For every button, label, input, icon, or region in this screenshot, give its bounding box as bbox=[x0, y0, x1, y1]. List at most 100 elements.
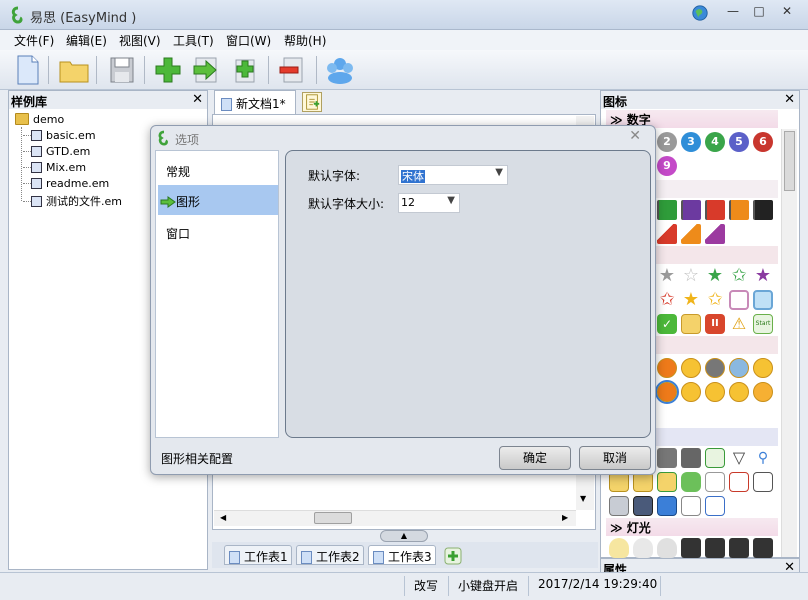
scroll-down-icon[interactable]: ▼ bbox=[580, 494, 586, 503]
tree-folder-demo[interactable]: demo bbox=[15, 113, 64, 126]
scroll-left-icon[interactable]: ◀ bbox=[220, 513, 226, 522]
close-window-button[interactable]: ✕ bbox=[772, 4, 802, 22]
number-3-icon[interactable]: 3 bbox=[681, 132, 701, 152]
horizontal-scroll-thumb[interactable] bbox=[314, 512, 352, 524]
delete-topic-icon[interactable] bbox=[276, 54, 308, 86]
icons-panel-close-button[interactable]: ✕ bbox=[784, 92, 795, 107]
menu-help[interactable]: 帮助(H) bbox=[284, 32, 326, 49]
purple-pennant-icon[interactable] bbox=[705, 224, 725, 244]
folder-open-icon[interactable] bbox=[609, 472, 629, 492]
pause-icon[interactable]: II bbox=[705, 314, 725, 334]
bulb-dim-icon[interactable] bbox=[657, 538, 677, 558]
menu-tools[interactable]: 工具(T) bbox=[173, 32, 214, 49]
chat-bubble-icon[interactable] bbox=[681, 472, 701, 492]
number-9-icon[interactable]: 9 bbox=[657, 156, 677, 176]
add-child-icon[interactable] bbox=[228, 54, 260, 86]
floppy-icon[interactable] bbox=[633, 496, 653, 516]
pdf-doc-icon[interactable] bbox=[729, 472, 749, 492]
add-topic-icon[interactable] bbox=[152, 54, 184, 86]
yellow-star-icon[interactable]: ★ bbox=[681, 290, 701, 310]
menu-view[interactable]: 视图(V) bbox=[119, 32, 161, 49]
add-sibling-icon[interactable] bbox=[190, 54, 222, 86]
menu-window[interactable]: 窗口(W) bbox=[226, 32, 271, 49]
number-6-icon[interactable]: 6 bbox=[753, 132, 773, 152]
menu-file[interactable]: 文件(F) bbox=[14, 32, 54, 49]
half-icon[interactable] bbox=[681, 314, 701, 334]
start-icon[interactable]: Start bbox=[753, 314, 773, 334]
tongue-face-icon[interactable] bbox=[705, 382, 725, 402]
globe-icon[interactable] bbox=[690, 4, 710, 22]
purple-flag-icon[interactable] bbox=[681, 200, 701, 220]
red-pennant-icon[interactable] bbox=[657, 224, 677, 244]
orange-pennant-icon[interactable] bbox=[681, 224, 701, 244]
magnifier-icon[interactable]: ⚲ bbox=[753, 448, 773, 468]
lock-icon[interactable] bbox=[681, 448, 701, 468]
sheet-tab-2[interactable]: 工作表2 bbox=[296, 545, 364, 565]
tree-file-readme[interactable]: readme.em bbox=[23, 177, 109, 190]
new-file-icon[interactable] bbox=[12, 54, 44, 86]
angry-face-icon[interactable] bbox=[657, 358, 677, 378]
maximize-button[interactable]: □ bbox=[746, 4, 772, 22]
tree-file-basic[interactable]: basic.em bbox=[23, 129, 96, 142]
sheet-tab-1[interactable]: 工作表1 bbox=[224, 545, 292, 565]
traffic-light-off-icon[interactable] bbox=[753, 538, 773, 558]
crying-face-icon[interactable] bbox=[729, 358, 749, 378]
cool-face-icon[interactable] bbox=[681, 382, 701, 402]
folder-closed-icon[interactable] bbox=[633, 472, 653, 492]
gray-star-icon[interactable]: ★ bbox=[657, 266, 677, 286]
sheet-tab-3[interactable]: 工作表3 bbox=[368, 545, 436, 565]
word-doc-icon[interactable] bbox=[705, 496, 725, 516]
traffic-light-green-icon[interactable] bbox=[729, 538, 749, 558]
tree-file-gtd[interactable]: GTD.em bbox=[23, 145, 90, 158]
excel-doc-icon[interactable] bbox=[705, 448, 725, 468]
number-5-icon[interactable]: 5 bbox=[729, 132, 749, 152]
printer-icon[interactable] bbox=[609, 496, 629, 516]
smile-face-icon[interactable] bbox=[753, 358, 773, 378]
black-flag-icon[interactable] bbox=[753, 200, 773, 220]
pink-square-icon[interactable] bbox=[729, 290, 749, 310]
traffic-light-yellow-icon[interactable] bbox=[705, 538, 725, 558]
minimize-button[interactable]: — bbox=[720, 4, 746, 22]
blank-doc-icon[interactable] bbox=[705, 472, 725, 492]
green-flag-icon[interactable] bbox=[657, 200, 677, 220]
red-flag-icon[interactable] bbox=[705, 200, 725, 220]
folder-add-icon[interactable] bbox=[657, 472, 677, 492]
cancel-button[interactable]: 取消 bbox=[579, 446, 651, 470]
happy-face-icon[interactable] bbox=[729, 382, 749, 402]
silver-star-icon[interactable]: ☆ bbox=[681, 266, 701, 286]
menu-edit[interactable]: 编辑(E) bbox=[66, 32, 107, 49]
bulb-off-icon[interactable] bbox=[633, 538, 653, 558]
number-2-icon[interactable]: 2 bbox=[657, 132, 677, 152]
collapse-toggle-button[interactable]: ▲ bbox=[380, 530, 428, 542]
scroll-right-icon[interactable]: ▶ bbox=[562, 513, 568, 522]
check-icon[interactable]: ✓ bbox=[657, 314, 677, 334]
traffic-light-red-icon[interactable] bbox=[681, 538, 701, 558]
default-font-size-select[interactable]: 12 ▼ bbox=[398, 193, 460, 213]
yellow-outline-star-icon[interactable]: ✩ bbox=[705, 290, 725, 310]
save-icon[interactable] bbox=[106, 54, 138, 86]
save-disk-icon[interactable] bbox=[657, 496, 677, 516]
icon-category-lights[interactable]: ≫ 灯光 bbox=[606, 518, 778, 536]
sample-library-close-button[interactable]: ✕ bbox=[192, 92, 203, 107]
red-star-icon[interactable]: ✩ bbox=[657, 290, 677, 310]
dialog-close-button[interactable]: ✕ bbox=[629, 128, 641, 144]
filter-icon[interactable]: ▽ bbox=[729, 448, 749, 468]
shocked-face-icon[interactable] bbox=[753, 382, 773, 402]
ok-button[interactable]: 确定 bbox=[499, 446, 571, 470]
lock-open-icon[interactable] bbox=[657, 448, 677, 468]
surprised-face-icon[interactable] bbox=[655, 380, 679, 404]
nav-item-general[interactable]: 常规 bbox=[158, 155, 278, 185]
users-icon[interactable] bbox=[324, 54, 356, 86]
dark-face-icon[interactable] bbox=[705, 358, 725, 378]
orange-flag-icon[interactable] bbox=[729, 200, 749, 220]
tree-file-mix[interactable]: Mix.em bbox=[23, 161, 86, 174]
default-font-select[interactable]: 宋体 ▼ bbox=[398, 165, 508, 185]
new-document-icon[interactable] bbox=[302, 92, 322, 112]
add-sheet-icon[interactable] bbox=[444, 547, 462, 565]
green-star-icon[interactable]: ★ bbox=[705, 266, 725, 286]
tree-file-test[interactable]: 测试的文件.em bbox=[23, 193, 122, 209]
open-folder-icon[interactable] bbox=[58, 54, 90, 86]
purple-star-icon[interactable]: ★ bbox=[753, 266, 773, 286]
ppt-doc-icon[interactable] bbox=[753, 472, 773, 492]
blue-square-icon[interactable] bbox=[753, 290, 773, 310]
